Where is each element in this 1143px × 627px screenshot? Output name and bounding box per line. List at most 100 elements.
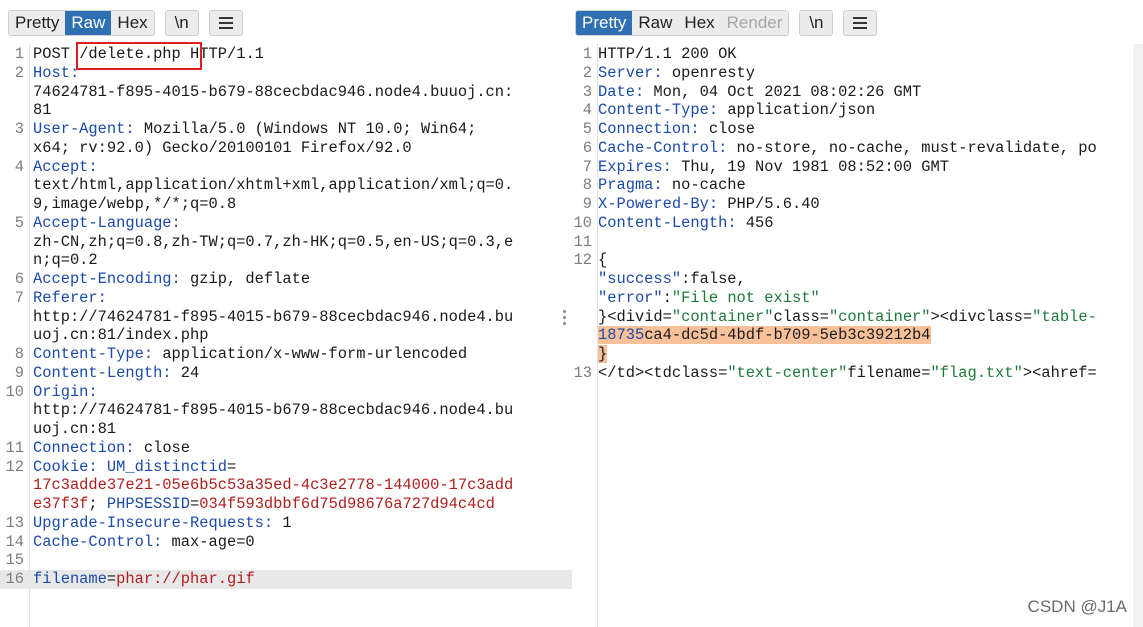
request-tab-pretty[interactable]: Pretty xyxy=(9,11,66,35)
code-token: "container" xyxy=(828,307,931,326)
code-token: close xyxy=(134,438,191,457)
request-newline-toggle-button[interactable]: \n xyxy=(164,10,199,36)
code-token: PHP/5.6.40 xyxy=(718,195,820,213)
code-token: application/json xyxy=(718,101,876,120)
response-line: 12 { xyxy=(572,251,1143,270)
code-token: http://74624781-f895-4015-b679-88cecbdac… xyxy=(33,401,514,420)
request-line: http://74624781-f895-4015-b679-88cecbdac… xyxy=(0,401,572,420)
line-number: 9 xyxy=(582,195,592,213)
code-token: Origin: xyxy=(33,382,98,401)
line-content: zh-CN,zh;q=0.8,zh-TW;q=0.7,zh-HK;q=0.5,e… xyxy=(33,233,513,252)
response-newline-toggle-button[interactable]: \n xyxy=(799,10,834,36)
line-number: 14 xyxy=(5,532,24,551)
line-content: e37f3f; PHPSESSID=034f593dbbf6d75d98676a… xyxy=(33,495,495,514)
code-token: 1 xyxy=(273,513,292,532)
line-content: Pragma: no-cache xyxy=(598,176,746,195)
code-token: Thu, 19 Nov 1981 08:52:00 GMT xyxy=(671,157,949,176)
response-pane: Pretty Raw Hex Render \n 1 HTTP/1.1 200 O… xyxy=(572,0,1143,627)
line-number: 8 xyxy=(582,176,592,195)
line-content: { xyxy=(598,251,607,270)
code-token: Upgrade-Insecure-Requests: xyxy=(33,513,274,532)
code-token: filename= xyxy=(847,363,931,382)
code-token: 456 xyxy=(736,213,774,232)
request-line: 7 Referer: xyxy=(0,289,572,308)
line-content: "error":"File not exist" xyxy=(598,289,820,308)
line-content: 18735ca4-dc5d-4bdf-b709-5eb3c39212b4 xyxy=(598,326,931,345)
code-token: text/html,application/xhtml+xml,applicat… xyxy=(33,176,514,195)
code-token: Content-Type: xyxy=(598,101,719,120)
response-line: "error":"File not exist" xyxy=(572,289,1143,308)
response-line: 6 Cache-Control: no-store, no-cache, must… xyxy=(572,139,1143,158)
code-token: ><ahref= xyxy=(1022,363,1097,382)
request-line: 74624781-f895-4015-b679-88cecbdac946.nod… xyxy=(0,83,572,102)
code-token: <divid= xyxy=(607,307,672,326)
response-editor[interactable]: 1 HTTP/1.1 200 OK 2 Server: openresty 3 Date:… xyxy=(572,44,1143,627)
code-token: ><divclass= xyxy=(930,307,1033,326)
request-editor[interactable]: 1 POST /delete.php HTTP/1.1 2 Host: 74624781… xyxy=(0,44,572,627)
line-number: 9 xyxy=(14,363,24,382)
code-token: 034f593dbbf6d75d98676a727d94c4cd xyxy=(199,495,495,513)
request-menu-icon[interactable] xyxy=(208,10,243,36)
code-token: phar://phar.gif xyxy=(116,570,255,588)
line-number: 15 xyxy=(5,551,24,570)
request-line: 15 xyxy=(0,551,572,570)
request-line: 12 Cookie: UM_distinctid= xyxy=(0,458,572,477)
code-token: = xyxy=(190,495,200,513)
code-token: POST xyxy=(33,45,80,63)
response-scrollbar[interactable] xyxy=(1133,44,1143,627)
line-content: Content-Length: 456 xyxy=(598,214,774,233)
request-line: 14 Cache-Control: max-age=0 xyxy=(0,533,572,552)
response-tab-raw[interactable]: Raw xyxy=(632,11,679,35)
line-content: uoj.cn:81/index.php xyxy=(33,326,208,345)
code-token: 81 xyxy=(33,101,52,120)
line-content: Cache-Control: no-store, no-cache, must-… xyxy=(598,139,1097,158)
code-token: no-store, no-cache, must-revalidate, po xyxy=(727,138,1097,157)
request-line: n;q=0.2 xyxy=(0,251,572,270)
request-toolbar: Pretty Raw Hex \n xyxy=(8,10,243,36)
response-line: 18735ca4-dc5d-4bdf-b709-5eb3c39212b4 xyxy=(572,326,1143,345)
line-content: text/html,application/xhtml+xml,applicat… xyxy=(33,176,513,195)
request-line: x64; rv:92.0) Gecko/20100101 Firefox/92.… xyxy=(0,139,572,158)
code-token: "File not exist" xyxy=(671,288,820,307)
line-content: Server: openresty xyxy=(598,64,755,83)
line-content: 9,image/webp,*/*;q=0.8 xyxy=(33,195,236,214)
response-line: 9 X-Powered-By: PHP/5.6.40 xyxy=(572,195,1143,214)
request-line: 3 User-Agent: Mozilla/5.0 (Windows NT 10.… xyxy=(0,120,572,139)
response-tab-pretty[interactable]: Pretty xyxy=(576,11,633,35)
line-content: Connection: close xyxy=(33,439,190,458)
response-line: 2 Server: openresty xyxy=(572,64,1143,83)
response-tab-render[interactable]: Render xyxy=(720,11,789,35)
request-line: http://74624781-f895-4015-b679-88cecbdac… xyxy=(0,308,572,327)
response-line: "success":false, xyxy=(572,270,1143,289)
request-line: uoj.cn:81 xyxy=(0,420,572,439)
response-view-tabs: Pretty Raw Hex Render xyxy=(575,10,790,36)
line-number: 1 xyxy=(14,45,24,63)
request-pane: Pretty Raw Hex \n 1 POST /delete.php HTTP… xyxy=(0,0,572,627)
line-content: 74624781-f895-4015-b679-88cecbdac946.nod… xyxy=(33,83,513,102)
line-content: 81 xyxy=(33,101,51,120)
line-content: Connection: close xyxy=(598,120,755,139)
line-content: Accept-Encoding: gzip, deflate xyxy=(33,270,310,289)
code-token: close xyxy=(699,120,756,138)
code-token: Content-Length: xyxy=(598,213,737,232)
line-number: 2 xyxy=(582,63,592,82)
line-content: http://74624781-f895-4015-b679-88cecbdac… xyxy=(33,308,513,327)
request-line: 9,image/webp,*/*;q=0.8 xyxy=(0,195,572,214)
code-token: ; xyxy=(88,495,107,513)
line-content: "success":false, xyxy=(598,270,746,289)
response-tab-hex[interactable]: Hex xyxy=(678,11,721,35)
request-line: 4 Accept: xyxy=(0,158,572,177)
code-token: Mozilla/5.0 (Windows NT 10.0; Win64; xyxy=(134,120,477,138)
request-line: 11 Connection: close xyxy=(0,439,572,458)
line-content: http://74624781-f895-4015-b679-88cecbdac… xyxy=(33,401,513,420)
request-tab-hex[interactable]: Hex xyxy=(111,11,154,35)
response-line: 7 Expires: Thu, 19 Nov 1981 08:52:00 GMT xyxy=(572,158,1143,177)
response-menu-icon[interactable] xyxy=(843,10,878,36)
code-token: = xyxy=(226,457,237,476)
line-content: Cache-Control: max-age=0 xyxy=(33,533,255,552)
code-token: ca4-dc5d-4bdf-b709-5eb3c39212b4 xyxy=(644,326,931,345)
request-pane-resize-handle-icon[interactable] xyxy=(563,310,567,325)
code-token: e37f3f xyxy=(33,495,89,513)
code-token: "success" xyxy=(598,270,682,288)
request-tab-raw[interactable]: Raw xyxy=(65,11,112,35)
